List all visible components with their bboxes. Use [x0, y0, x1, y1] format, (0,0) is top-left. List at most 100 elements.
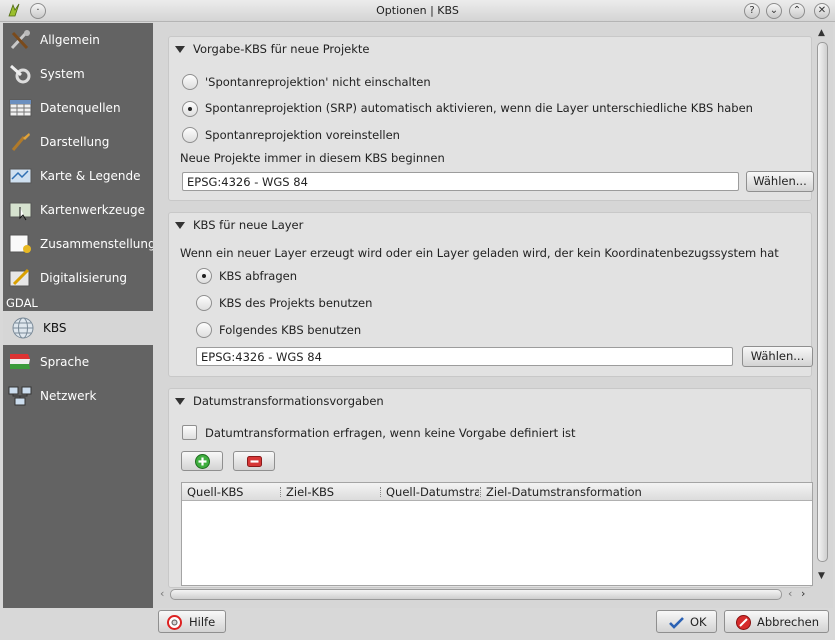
map-cursor-icon — [9, 202, 32, 221]
sidebar-item-label: Darstellung — [40, 135, 110, 149]
sidebar-item-label: Kartenwerkzeuge — [40, 203, 146, 217]
network-icon — [8, 386, 32, 406]
radio-label: KBS des Projekts benutzen — [219, 296, 373, 310]
radio-label: Spontanreprojektion (SRP) automatisch ak… — [205, 101, 753, 115]
remove-icon — [247, 456, 262, 467]
scroll-down-icon[interactable]: ▼ — [818, 571, 825, 581]
sidebar-item-label: Allgemein — [40, 33, 100, 47]
radio-srp-auto[interactable] — [182, 101, 198, 117]
horizontal-scroll-thumb[interactable] — [170, 589, 782, 600]
window-title: Optionen | KBS — [376, 4, 459, 17]
help-title-button[interactable]: ? — [744, 3, 760, 19]
section-title: Vorgabe-KBS für neue Projekte — [193, 42, 370, 56]
options-sidebar: Allgemein System Datenquellen Darstellun… — [3, 23, 156, 608]
table-icon — [9, 99, 32, 117]
sidebar-group-gdal[interactable]: GDAL — [6, 296, 38, 310]
lifebuoy-icon — [167, 615, 182, 630]
globe-icon — [12, 317, 34, 339]
collapse-triangle-icon — [175, 398, 185, 405]
ask-datum-label: Datumtransformation erfragen, wenn keine… — [205, 426, 576, 440]
sidebar-item-datenquellen[interactable]: Datenquellen — [3, 91, 153, 125]
help-button[interactable]: Hilfe — [158, 610, 226, 633]
sidebar-item-sprache[interactable]: Sprache — [3, 345, 153, 379]
remove-transform-button[interactable] — [233, 451, 275, 471]
radio-srp-off[interactable] — [182, 74, 198, 90]
add-transform-button[interactable] — [181, 451, 223, 471]
section-header[interactable]: Vorgabe-KBS für neue Projekte — [169, 37, 811, 61]
add-icon — [195, 454, 210, 469]
options-window: · Optionen | KBS ? ⌄ ⌃ ✕ Allgemein Syste… — [0, 0, 835, 640]
sidebar-item-label: Zusammenstellung — [40, 237, 156, 251]
sidebar-item-label: Sprache — [40, 355, 90, 369]
radio-srp-default[interactable] — [182, 127, 198, 143]
project-crs-choose-button[interactable]: Wählen... — [746, 171, 814, 192]
section-title: KBS für neue Layer — [193, 218, 304, 232]
sidebar-item-zusammenstellung[interactable]: Zusammenstellung — [3, 227, 156, 261]
sidebar-item-label: Datenquellen — [40, 101, 121, 115]
scroll-up-icon[interactable]: ▲ — [818, 28, 825, 38]
sidebar-item-allgemein[interactable]: Allgemein — [3, 23, 153, 57]
minimize-button[interactable]: ⌄ — [766, 3, 782, 19]
layer-crs-field[interactable]: EPSG:4326 - WGS 84 — [196, 347, 733, 366]
vertical-scroll-thumb[interactable] — [817, 42, 828, 562]
sidebar-item-label: Karte & Legende — [40, 169, 141, 183]
sidebar-item-netzwerk[interactable]: Netzwerk — [3, 379, 153, 413]
layer-crs-description: Wenn ein neuer Layer erzeugt wird oder e… — [180, 246, 779, 260]
column-separator — [480, 487, 481, 497]
section-header[interactable]: Datumstransformationsvorgaben — [169, 389, 811, 413]
radio-following-crs[interactable] — [196, 322, 212, 338]
cancel-button[interactable]: Abbrechen — [724, 610, 829, 633]
tools-icon — [10, 30, 30, 50]
datum-transform-table[interactable]: Quell-KBS Ziel-KBS Quell-Datumstra Ziel-… — [181, 482, 813, 586]
radio-label: 'Spontanreprojektion' nicht einschalten — [205, 75, 431, 89]
composer-icon — [9, 234, 31, 253]
table-header: Quell-KBS Ziel-KBS Quell-Datumstra Ziel-… — [182, 483, 812, 501]
sidebar-item-label: System — [40, 67, 85, 81]
radio-label: Folgendes KBS benutzen — [219, 323, 362, 337]
column-separator — [280, 487, 281, 497]
wrench-gear-icon — [9, 64, 31, 84]
sidebar-item-karte-legende[interactable]: Karte & Legende — [3, 159, 153, 193]
title-bar: · Optionen | KBS ? ⌄ ⌃ ✕ — [0, 0, 835, 22]
sidebar-item-label: KBS — [43, 321, 67, 335]
sidebar-item-system[interactable]: System — [3, 57, 153, 91]
vertical-scrollbar[interactable]: ▲ ▼ — [814, 26, 831, 586]
column-header-target-datum[interactable]: Ziel-Datumstransformation — [486, 485, 806, 499]
sidebar-item-kbs[interactable]: KBS — [3, 311, 153, 345]
scroll-left-icon[interactable]: ‹ — [160, 587, 164, 600]
collapse-triangle-icon — [175, 222, 185, 229]
scroll-left-icon[interactable]: ‹ — [788, 587, 792, 600]
horizontal-scrollbar[interactable]: ‹ ‹ › — [160, 587, 815, 603]
map-legend-icon — [9, 168, 32, 184]
column-header-source-datum[interactable]: Quell-Datumstra — [386, 485, 479, 499]
section-header[interactable]: KBS für neue Layer — [169, 213, 811, 237]
radio-label: Spontanreprojektion voreinstellen — [205, 128, 400, 142]
sidebar-item-kartenwerkzeuge[interactable]: Kartenwerkzeuge — [3, 193, 153, 227]
cancel-icon — [736, 615, 751, 630]
project-crs-label: Neue Projekte immer in diesem KBS beginn… — [180, 151, 445, 165]
brush-icon — [11, 133, 30, 151]
sidebar-item-label: Netzwerk — [40, 389, 97, 403]
ok-button-label: OK — [690, 615, 707, 629]
project-crs-field[interactable]: EPSG:4326 - WGS 84 — [182, 172, 739, 191]
scroll-right-icon[interactable]: › — [801, 587, 805, 600]
radio-project-crs[interactable] — [196, 295, 212, 311]
checkmark-icon — [669, 617, 684, 629]
radio-label: KBS abfragen — [219, 269, 298, 283]
collapse-triangle-icon — [175, 46, 185, 53]
radio-ask-crs[interactable] — [196, 268, 212, 284]
column-separator — [380, 487, 381, 497]
close-button[interactable]: ✕ — [814, 3, 830, 19]
column-header-target-crs[interactable]: Ziel-KBS — [286, 485, 378, 499]
ok-button[interactable]: OK — [656, 610, 717, 633]
column-header-source-crs[interactable]: Quell-KBS — [187, 485, 279, 499]
ask-datum-checkbox[interactable] — [182, 425, 197, 440]
layer-crs-choose-button[interactable]: Wählen... — [742, 346, 813, 367]
section-title: Datumstransformationsvorgaben — [193, 394, 384, 408]
sidebar-item-darstellung[interactable]: Darstellung — [3, 125, 153, 159]
language-flag-icon — [10, 354, 30, 369]
sidebar-item-label: Digitalisierung — [40, 271, 127, 285]
maximize-button[interactable]: ⌃ — [789, 3, 805, 19]
cancel-button-label: Abbrechen — [757, 615, 819, 629]
sidebar-item-digitalisierung[interactable]: Digitalisierung — [3, 261, 153, 295]
